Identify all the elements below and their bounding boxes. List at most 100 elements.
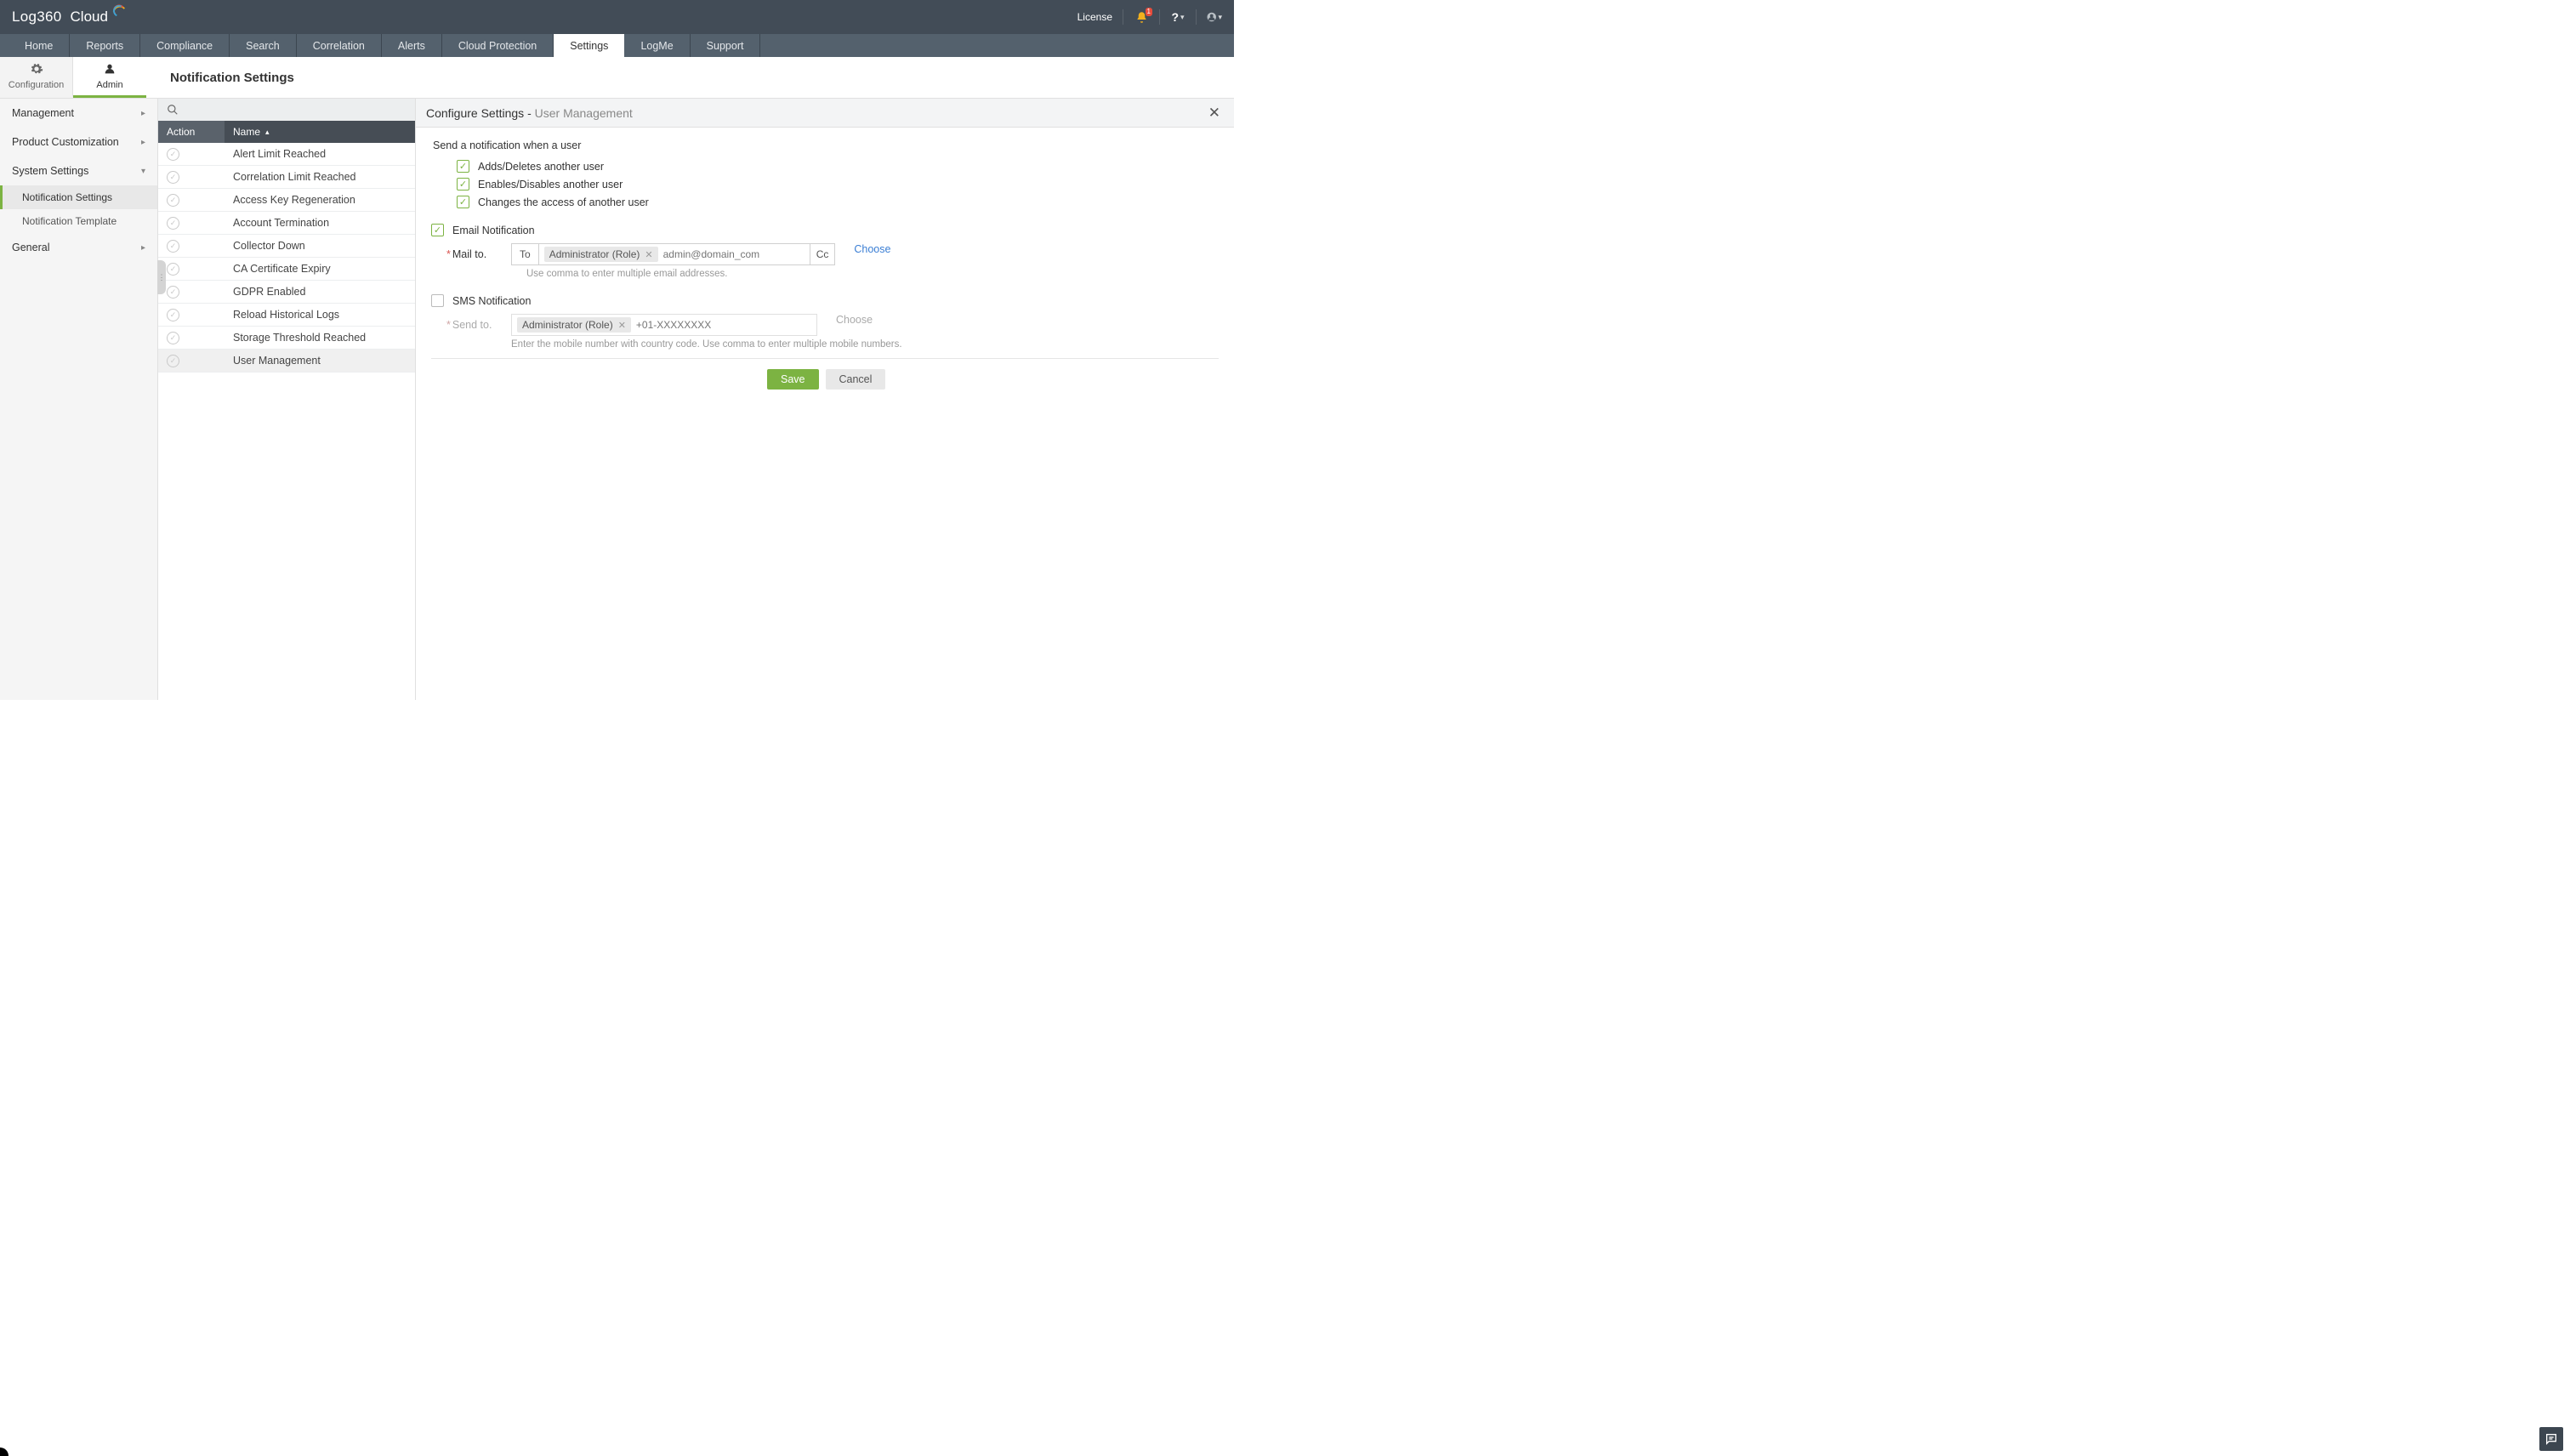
tab-cloud-protection[interactable]: Cloud Protection [442, 34, 554, 57]
condition-label: Enables/Disables another user [478, 179, 623, 191]
tab-compliance[interactable]: Compliance [140, 34, 230, 57]
list-row-name: Collector Down [225, 240, 305, 252]
header-bar: Log360 Cloud License 1 ?▾ ▾ [0, 0, 1234, 34]
list-row[interactable]: ✓ Collector Down [158, 235, 415, 258]
email-notification-toggle: ✓ Email Notification [431, 224, 1219, 236]
list-row-name: Reload Historical Logs [225, 309, 339, 321]
tab-logme[interactable]: LogMe [624, 34, 690, 57]
subtab-admin[interactable]: Admin [73, 57, 146, 98]
list-row[interactable]: ✓ GDPR Enabled [158, 281, 415, 304]
list-row-name: Account Termination [225, 217, 329, 229]
sms-input[interactable] [636, 319, 811, 331]
list-row[interactable]: ✓ CA Certificate Expiry [158, 258, 415, 281]
detail-title-prefix: Configure Settings - [426, 106, 535, 120]
sidebar-item-notification-settings[interactable]: Notification Settings [0, 185, 157, 209]
sms-checkbox[interactable]: ✓ [431, 294, 444, 307]
brand-suffix: Cloud [71, 9, 108, 26]
condition-checkbox[interactable]: ✓ [457, 178, 469, 191]
condition-checkbox[interactable]: ✓ [457, 160, 469, 173]
tab-settings[interactable]: Settings [554, 34, 624, 57]
sidebar-collapse-handle[interactable]: ⋮ [157, 260, 166, 294]
tab-reports[interactable]: Reports [70, 34, 140, 57]
list-row[interactable]: ✓ User Management [158, 350, 415, 373]
notifications-bell-icon[interactable]: 1 [1134, 9, 1149, 25]
list-row[interactable]: ✓ Reload Historical Logs [158, 304, 415, 327]
sub-header: Configuration Admin Notification Setting… [0, 57, 1234, 99]
cancel-button[interactable]: Cancel [826, 369, 886, 390]
to-label-box: To [511, 243, 538, 265]
save-button[interactable]: Save [767, 369, 819, 390]
list-row-name: CA Certificate Expiry [225, 263, 331, 275]
main-tabs: Home Reports Compliance Search Correlati… [0, 34, 1234, 57]
condition-label: Changes the access of another user [478, 196, 649, 208]
subtab-label: Admin [96, 80, 122, 90]
brand-logo: Log360 Cloud [12, 9, 128, 26]
recipient-chip-label: Administrator (Role) [549, 248, 640, 260]
chevron-right-icon: ▸ [141, 243, 145, 253]
remove-chip-icon[interactable]: ✕ [645, 249, 652, 260]
enable-toggle-icon[interactable]: ✓ [167, 148, 179, 161]
list-row-name: Alert Limit Reached [225, 148, 326, 160]
tab-home[interactable]: Home [9, 34, 70, 57]
list-rows: ✓ Alert Limit Reached ✓Correlation Limit … [158, 143, 415, 700]
notification-badge: 1 [1146, 8, 1152, 16]
list-row[interactable]: ✓Correlation Limit Reached [158, 166, 415, 189]
email-input[interactable] [663, 248, 805, 260]
email-checkbox[interactable]: ✓ [431, 224, 444, 236]
sidebar-item-notification-template[interactable]: Notification Template [0, 209, 157, 233]
enable-toggle-icon[interactable]: ✓ [167, 332, 179, 344]
enable-toggle-icon[interactable]: ✓ [167, 286, 179, 299]
tab-correlation[interactable]: Correlation [297, 34, 382, 57]
sidebar-section-product-customization[interactable]: Product Customization ▸ [0, 128, 157, 156]
list-row[interactable]: ✓ Alert Limit Reached [158, 143, 415, 166]
sms-hint: Enter the mobile number with country cod… [511, 339, 1219, 350]
choose-email-link[interactable]: Choose [854, 243, 890, 255]
list-row[interactable]: ✓Storage Threshold Reached [158, 327, 415, 350]
enable-toggle-icon[interactable]: ✓ [167, 194, 179, 207]
sidebar-section-general[interactable]: General ▸ [0, 233, 157, 262]
license-link[interactable]: License [1077, 11, 1112, 23]
sidebar-section-system-settings[interactable]: System Settings ▾ [0, 156, 157, 185]
enable-toggle-icon[interactable]: ✓ [167, 171, 179, 184]
help-menu[interactable]: ?▾ [1170, 9, 1185, 25]
condition-label: Adds/Deletes another user [478, 161, 604, 173]
enable-toggle-icon[interactable]: ✓ [167, 217, 179, 230]
sidebar-section-label: Management [12, 107, 74, 119]
sidebar: Management ▸ Product Customization ▸ Sys… [0, 99, 158, 700]
list-header: Action Name ▴ [158, 121, 415, 143]
subtab-configuration[interactable]: Configuration [0, 57, 73, 98]
tab-search[interactable]: Search [230, 34, 297, 57]
tab-support[interactable]: Support [691, 34, 761, 57]
user-menu[interactable]: ▾ [1207, 9, 1222, 25]
enable-toggle-icon[interactable]: ✓ [167, 355, 179, 367]
gear-icon [30, 62, 43, 79]
remove-chip-icon[interactable]: ✕ [618, 320, 626, 331]
corner-mask [0, 1447, 9, 1456]
sms-recipients-field[interactable]: Administrator (Role) ✕ [511, 314, 817, 336]
enable-toggle-icon[interactable]: ✓ [167, 309, 179, 321]
mail-to-label: *Mail to. [446, 243, 501, 260]
list-row-name: Access Key Regeneration [225, 194, 355, 206]
list-row-name: GDPR Enabled [225, 286, 305, 298]
list-row[interactable]: ✓ Access Key Regeneration [158, 189, 415, 212]
enable-toggle-icon[interactable]: ✓ [167, 263, 179, 276]
page-title: Notification Settings [146, 57, 294, 98]
list-search-bar[interactable] [158, 99, 415, 121]
list-header-name[interactable]: Name ▴ [225, 126, 270, 138]
condition-checkbox[interactable]: ✓ [457, 196, 469, 208]
recipient-chip: Administrator (Role) ✕ [517, 317, 631, 333]
logo-swirl-icon [111, 3, 127, 18]
enable-toggle-icon[interactable]: ✓ [167, 240, 179, 253]
sidebar-section-label: System Settings [12, 165, 88, 177]
choose-sms-link[interactable]: Choose [836, 314, 873, 326]
email-recipients-field[interactable]: Administrator (Role) ✕ [538, 243, 810, 265]
sidebar-section-management[interactable]: Management ▸ [0, 99, 157, 128]
tab-alerts[interactable]: Alerts [382, 34, 442, 57]
recipient-chip: Administrator (Role) ✕ [544, 247, 658, 262]
chat-fab-icon[interactable] [2539, 1427, 2563, 1451]
list-row-name: User Management [225, 355, 321, 367]
list-row[interactable]: ✓ Account Termination [158, 212, 415, 235]
close-icon[interactable]: ✕ [1205, 103, 1224, 123]
cc-button[interactable]: Cc [810, 243, 836, 265]
detail-panel: Configure Settings - User Management ✕ S… [416, 99, 1234, 700]
